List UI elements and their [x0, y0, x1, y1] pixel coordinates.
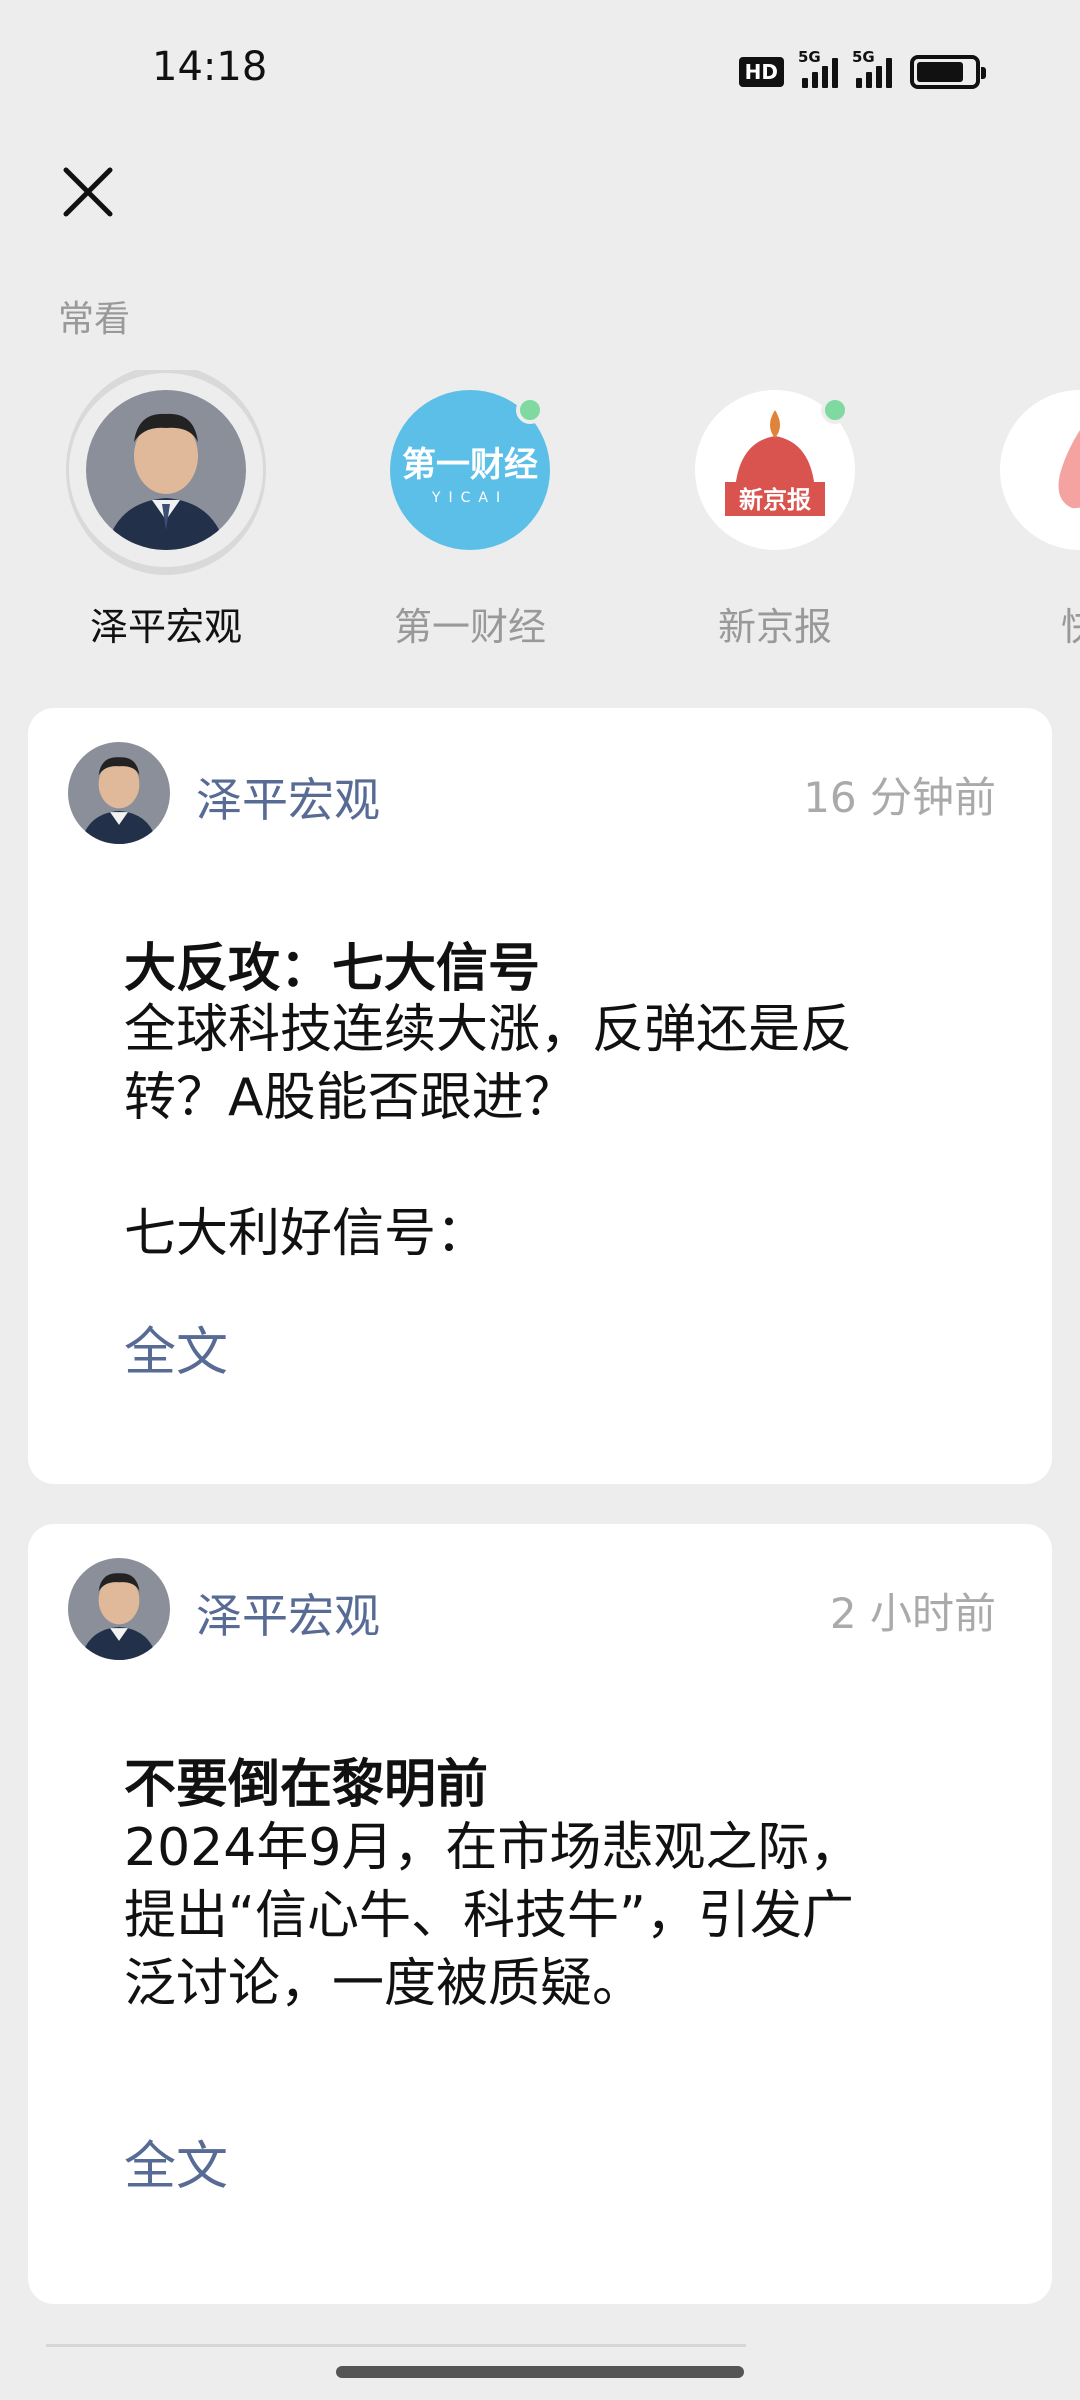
post-title: 不要倒在黎明前: [124, 1755, 489, 1815]
person-avatar-icon: [68, 742, 170, 844]
author-name[interactable]: 泽平宏观: [196, 1580, 380, 1646]
author-avatar[interactable]: [68, 1558, 170, 1660]
unread-dot: [821, 396, 849, 424]
frequent-accounts-row[interactable]: 泽平宏观 第一财经 YICAI 第一财经 新京报 新京报 快: [0, 370, 1080, 650]
post-body: 全球科技连续大涨，反弹还是反 转？A股能否跟进？ 七大利好信号：: [124, 996, 984, 1268]
post-time: 16 分钟前: [803, 773, 996, 822]
signal-5g-icon-2: 5G: [852, 48, 892, 88]
author-name[interactable]: 泽平宏观: [196, 764, 380, 830]
signal-5g-icon: 5G: [798, 48, 838, 88]
account-diyicaijing[interactable]: 第一财经 YICAI 第一财经: [360, 370, 580, 650]
post-body: 2024年9月，在市场悲观之际， 提出“信心牛、科技牛”，引发广 泛讨论，一度被…: [124, 1814, 984, 2018]
close-icon: [63, 167, 113, 217]
body-line: 转？A股能否跟进？: [124, 1068, 576, 1128]
svg-text:第一财经: 第一财经: [402, 445, 538, 485]
hd-icon: HD: [738, 57, 784, 87]
status-time: 14:18: [152, 44, 268, 90]
frequent-label: 常看: [58, 299, 131, 340]
post-time: 2 小时前: [829, 1589, 996, 1638]
body-line: 提出“信心牛、科技牛”，引发广: [124, 1886, 854, 1946]
author-avatar[interactable]: [68, 742, 170, 844]
body-line: 2024年9月，在市场悲观之际，: [124, 1818, 862, 1878]
flame-logo-icon: [1000, 390, 1080, 550]
battery-icon: [910, 55, 986, 89]
svg-text:YICAI: YICAI: [431, 490, 508, 506]
post-card[interactable]: 泽平宏观 2 小时前 不要倒在黎明前 2024年9月，在市场悲观之际， 提出“信…: [28, 1524, 1052, 2304]
person-avatar-icon: [86, 390, 246, 550]
person-avatar-icon: [68, 1558, 170, 1660]
unread-dot: [516, 396, 544, 424]
account-xinjingbao[interactable]: 新京报 新京报: [665, 370, 885, 650]
close-button[interactable]: [56, 160, 120, 224]
body-line: 七大利好信号：: [124, 1204, 489, 1264]
post-title: 大反攻：七大信号: [124, 939, 541, 999]
post-card[interactable]: 泽平宏观 16 分钟前 大反攻：七大信号 全球科技连续大涨，反弹还是反 转？A股…: [28, 708, 1052, 1484]
body-line: [124, 1132, 984, 1200]
account-name: 快: [1060, 605, 1080, 649]
svg-text:新京报: 新京报: [739, 485, 811, 514]
status-bar: 14:18 HD 5G 5G: [0, 0, 1080, 140]
read-full-link[interactable]: 全文: [124, 1310, 228, 1385]
home-indicator[interactable]: [336, 2366, 744, 2378]
body-line: 泛讨论，一度被质疑。: [124, 1954, 645, 2014]
account-name: 泽平宏观: [89, 605, 242, 649]
read-full-link[interactable]: 全文: [124, 2124, 228, 2199]
account-name: 新京报: [717, 605, 832, 649]
bottom-divider: [46, 2344, 746, 2347]
account-name: 第一财经: [393, 605, 546, 649]
account-kuai[interactable]: 快: [970, 370, 1080, 650]
body-line: 全球科技连续大涨，反弹还是反: [124, 1000, 853, 1060]
account-zepinghongguan[interactable]: 泽平宏观: [56, 370, 276, 650]
status-icons: HD 5G 5G: [738, 48, 986, 90]
